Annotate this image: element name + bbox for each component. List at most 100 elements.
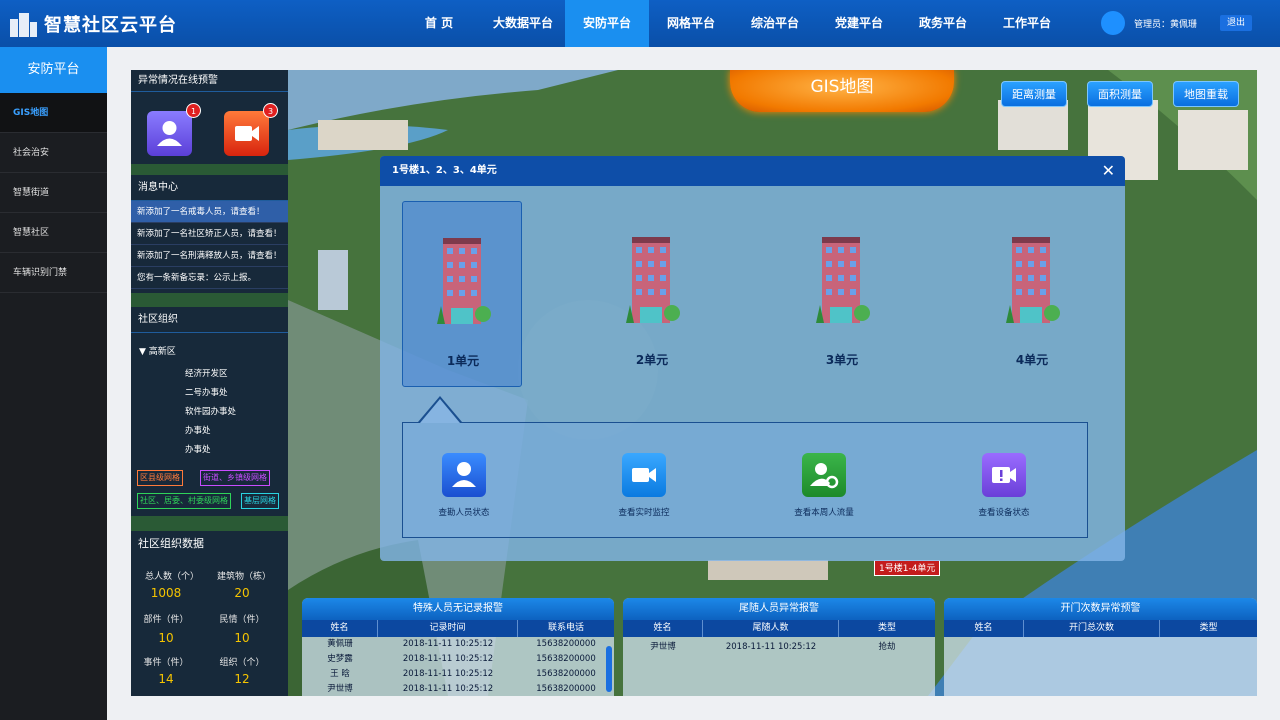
unit-actions-box: 查勘人员状态 查看实时监控 查看本周人流量 查看设备状态 [402,422,1088,538]
follow-alert-header: 姓名 尾随人数 类型 [623,620,935,637]
camera-alert-badge: 3 [263,103,278,118]
nav-work[interactable]: 工作平台 [985,0,1069,47]
stat-value: 20 [234,586,250,600]
building-logo-icon [8,11,38,37]
table-row[interactable]: 史梦露 2018-11-11 10:25:12 15638200000 [302,652,614,667]
nav-bigdata[interactable]: 大数据平台 [481,0,565,47]
follow-alert-panel: 尾随人员异常报警 姓名 尾随人数 类型 尹世博 2018-11-11 10:25:… [623,598,935,696]
building-popup: 1号楼1、2、3、4单元 ✕ 1单元 2单元 3单元 4单元 查勘人员状态 查看… [380,156,1125,561]
avatar[interactable] [1101,11,1125,35]
sidebar-item-gis[interactable]: GIS地图 [0,93,107,133]
alert-panel: 异常情况在线预警 1 3 [131,70,288,164]
unit-card-4[interactable]: 4单元 [972,201,1092,387]
unit-label: 4单元 [1015,353,1049,367]
nav-security[interactable]: 安防平台 [565,0,649,47]
building-map-label[interactable]: 1号楼1-4单元 [874,560,941,576]
stat-value: 14 [158,672,174,686]
follow-alert-title: 尾随人员异常报警 [623,598,935,620]
nav-governance[interactable]: 综治平台 [733,0,817,47]
nav-grid[interactable]: 网格平台 [649,0,733,47]
device-alert-icon [982,453,1026,497]
check-device-status-button[interactable]: 查看设备状态 [949,453,1059,518]
tag-community-grid[interactable]: 社区、居委、村委级网格 [137,493,231,509]
alert-panel-title: 异常情况在线预警 [131,70,288,92]
tag-street-grid[interactable]: 街道、乡镇级网格 [200,470,270,486]
message-center: 消息中心 新添加了一名戒毒人员，请查看！ 新添加了一名社区矫正人员，请查看！ 新… [131,175,288,293]
stat-label: 建筑物（栋） [216,572,271,582]
person-alert-button[interactable]: 1 [147,103,201,156]
area-measure-button[interactable]: 面积测量 [1087,81,1153,107]
table-scrollbar[interactable] [606,646,612,692]
main-frame: GIS地图 距离测量 面积测量 地图重载 1号楼1-4单元 特殊人员无记录报警 … [131,70,1257,696]
community-org-title: 社区组织 [131,307,288,333]
view-weekly-traffic-button[interactable]: 查看本周人流量 [769,453,879,518]
nav-party[interactable]: 党建平台 [817,0,901,47]
person-alert-badge: 1 [186,103,201,118]
org-tree-item[interactable]: 办事处 [185,424,211,436]
special-person-panel: 特殊人员无记录报警 姓名 记录时间 联系电话 黄佩珊 2018-11-11 10:… [302,598,614,696]
message-item[interactable]: 新添加了一名社区矫正人员，请查看！ [131,223,288,245]
sidebar-item-public-security[interactable]: 社会治安 [0,133,107,173]
table-row[interactable]: 尹世博 2018-11-11 10:25:12 15638200000 [302,682,614,696]
stat-value: 10 [158,631,174,645]
community-org-panel: 社区组织 ▼ 高新区 经济开发区 二号办事处 软件园办事处 办事处 办事处 区县… [131,307,288,516]
org-tree-item[interactable]: 二号办事处 [185,386,228,398]
door-alert-title: 开门次数异常预警 [944,598,1257,620]
camera-alert-button[interactable]: 3 [224,103,278,156]
org-tree-root[interactable]: ▼ 高新区 [139,344,176,357]
unit-card-3[interactable]: 3单元 [782,201,902,387]
message-item[interactable]: 新添加了一名刑满释放人员，请查看！ [131,245,288,267]
person-icon [157,121,182,146]
tag-base-grid[interactable]: 基层网格 [241,493,279,509]
sidebar: 安防平台 GIS地图 社会治安 智慧街道 智慧社区 车辆识别门禁 [0,47,107,720]
sidebar-item-smart-street[interactable]: 智慧街道 [0,173,107,213]
org-tree-item[interactable]: 软件园办事处 [185,405,236,417]
top-bar: 智慧社区云平台 首 页 大数据平台 安防平台 网格平台 综治平台 党建平台 政务… [0,0,1280,47]
message-center-title: 消息中心 [131,175,288,201]
message-item[interactable]: 您有一条新备忘录：公示上报。 [131,267,288,289]
org-tree-item[interactable]: 经济开发区 [185,367,228,379]
unit-label: 2单元 [635,353,669,367]
special-person-title: 特殊人员无记录报警 [302,598,614,620]
table-row[interactable]: 尹世博 2018-11-11 10:25:12 抢劫 [623,640,935,655]
close-icon[interactable]: ✕ [1102,161,1115,180]
main-nav: 首 页 大数据平台 安防平台 网格平台 综治平台 党建平台 政务平台 工作平台 [397,0,1069,47]
logout-button[interactable]: 退出 [1220,15,1252,31]
org-tree-item[interactable]: 办事处 [185,443,211,455]
tag-county-grid[interactable]: 区县级网格 [137,470,183,486]
distance-measure-button[interactable]: 距离测量 [1001,81,1067,107]
stat-label: 部件（件） [143,615,189,625]
person-icon [442,453,486,497]
admin-name: 管理员：黄佩珊 [1134,20,1198,30]
unit-card-2[interactable]: 2单元 [592,201,712,387]
building-icon [437,238,491,324]
message-item[interactable]: 新添加了一名戒毒人员，请查看！ [131,201,288,223]
table-row[interactable]: 黄佩珊 2018-11-11 10:25:12 15638200000 [302,637,614,652]
check-person-status-button[interactable]: 查勘人员状态 [409,453,519,518]
app-title: 智慧社区云平台 [44,15,177,36]
unit-card-1[interactable]: 1单元 [402,201,522,387]
stat-value: 12 [234,672,250,686]
door-alert-header: 姓名 开门总次数 类型 [944,620,1257,637]
user-settings-icon [802,453,846,497]
stat-label: 民情（件） [219,615,265,625]
community-stats-panel: 社区组织数据 总人数（个） 建筑物（栋） 1008 20 部件（件） 民情（件）… [131,531,288,696]
video-camera-icon [235,126,259,141]
stat-value: 10 [234,631,250,645]
sidebar-header: 安防平台 [0,47,107,93]
stat-label: 总人数（个） [144,572,199,582]
building-popup-title: 1号楼1、2、3、4单元 [380,156,1125,186]
building-icon [816,237,870,323]
map-reload-button[interactable]: 地图重载 [1173,81,1239,107]
view-live-monitor-button[interactable]: 查看实时监控 [589,453,699,518]
gis-map-title: GIS地图 [730,70,954,112]
table-row[interactable]: 王 晗 2018-11-11 10:25:12 15638200000 [302,667,614,682]
building-icon [626,237,680,323]
nav-government[interactable]: 政务平台 [901,0,985,47]
nav-home[interactable]: 首 页 [397,0,481,47]
sidebar-item-smart-community[interactable]: 智慧社区 [0,213,107,253]
stat-label: 事件（件） [143,658,189,668]
stat-label: 组织（个） [219,658,265,668]
sidebar-item-vehicle-gate[interactable]: 车辆识别门禁 [0,253,107,293]
door-alert-panel: 开门次数异常预警 姓名 开门总次数 类型 [944,598,1257,696]
